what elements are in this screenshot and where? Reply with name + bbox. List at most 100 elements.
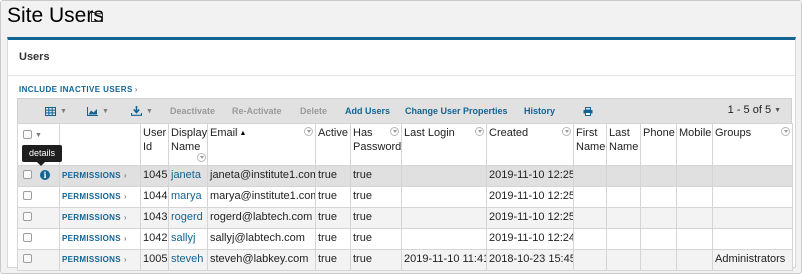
permissions-link[interactable]: PERMISSIONS › <box>62 234 127 243</box>
grid-toolbar: ▼ ▼ ▼ Deactivate Re-Activate Delete Add … <box>17 98 792 123</box>
phone-cell <box>640 207 677 229</box>
column-header-display-name[interactable]: Display Name <box>168 123 208 166</box>
delete-button[interactable]: Delete <box>300 106 327 116</box>
phone-cell <box>640 228 677 250</box>
column-header-email[interactable]: Email ▲ <box>207 123 316 166</box>
column-header-last-login[interactable]: Last Login <box>401 123 487 166</box>
user-id-cell: 1045 <box>140 165 169 187</box>
table-row[interactable]: PERMISSIONS › 1042 sallyj sallyj@labtech.… <box>17 228 793 250</box>
groups-cell <box>712 186 793 208</box>
chevron-right-icon: › <box>134 85 138 94</box>
permissions-link[interactable]: PERMISSIONS › <box>62 171 127 180</box>
table-row[interactable]: i PERMISSIONS › 1045 janeta janeta@instit… <box>17 165 793 187</box>
chevron-right-icon: › <box>123 213 127 222</box>
column-header-user-id[interactable]: User Id <box>140 123 169 166</box>
page-title: Site Users <box>7 4 104 27</box>
row-checkbox[interactable] <box>23 254 32 263</box>
email-cell: steveh@labkey.com <box>207 249 316 271</box>
column-label: Created <box>489 127 529 139</box>
column-header-first-name[interactable]: First Name <box>573 123 607 166</box>
row-checkbox[interactable] <box>23 170 32 179</box>
display-name-link[interactable]: janeta <box>171 169 201 181</box>
chevron-down-icon: ▼ <box>774 106 781 114</box>
chart-icon <box>87 106 98 116</box>
table-row[interactable]: PERMISSIONS › 1044 marya marya@institute1… <box>17 186 793 208</box>
table-row[interactable]: PERMISSIONS › 1043 rogerd rogerd@labtech.… <box>17 207 793 229</box>
created-cell: 2019-11-10 12:25 <box>486 207 574 229</box>
groups-cell <box>712 207 793 229</box>
column-header-active[interactable]: Active <box>315 123 351 166</box>
permissions-link[interactable]: PERMISSIONS › <box>62 255 127 264</box>
last-login-cell <box>401 186 487 208</box>
user-id-cell: 1044 <box>140 186 169 208</box>
charts-menu-button[interactable]: ▼ <box>87 104 109 118</box>
folder-icon[interactable] <box>91 11 103 22</box>
chevron-right-icon: › <box>123 255 127 264</box>
column-menu-icon[interactable] <box>781 127 790 136</box>
user-id-cell: 1042 <box>140 228 169 250</box>
select-all-checkbox[interactable] <box>23 130 32 139</box>
last-login-cell <box>401 207 487 229</box>
has-password-cell: true <box>350 249 402 271</box>
reactivate-button[interactable]: Re-Activate <box>232 106 282 116</box>
permissions-header <box>59 123 141 166</box>
email-cell: sallyj@labtech.com <box>207 228 316 250</box>
user-id-cell: 1005 <box>140 249 169 271</box>
row-checkbox[interactable] <box>23 191 32 200</box>
column-menu-icon[interactable] <box>197 153 206 162</box>
print-button[interactable] <box>583 104 593 118</box>
column-menu-icon[interactable] <box>304 127 313 136</box>
permissions-link[interactable]: PERMISSIONS › <box>62 192 127 201</box>
chevron-right-icon: › <box>123 171 127 180</box>
created-cell: 2018-10-23 15:45 <box>486 249 574 271</box>
panel-divider <box>8 75 795 76</box>
permissions-link[interactable]: PERMISSIONS › <box>62 213 127 222</box>
column-header-created[interactable]: Created <box>486 123 574 166</box>
chevron-down-icon: ▼ <box>102 107 109 115</box>
chevron-right-icon: › <box>123 234 127 243</box>
include-inactive-users-label: INCLUDE INACTIVE USERS <box>19 85 133 94</box>
print-icon <box>583 106 593 116</box>
first-name-cell <box>573 207 607 229</box>
phone-cell <box>640 249 677 271</box>
email-cell: rogerd@labtech.com <box>207 207 316 229</box>
chevron-down-icon: ▼ <box>60 107 67 115</box>
add-users-button[interactable]: Add Users <box>345 106 390 116</box>
has-password-cell: true <box>350 165 402 187</box>
row-checkbox[interactable] <box>23 212 32 221</box>
column-label: Phone <box>643 127 675 139</box>
info-icon[interactable]: i <box>40 170 50 180</box>
phone-cell <box>640 186 677 208</box>
display-name-link[interactable]: sallyj <box>171 232 195 244</box>
include-inactive-users-link[interactable]: INCLUDE INACTIVE USERS › <box>19 85 138 94</box>
column-header-last-name[interactable]: Last Name <box>606 123 641 166</box>
last-name-cell <box>606 249 641 271</box>
table-row[interactable]: PERMISSIONS › 1005 steveh steveh@labkey.c… <box>17 249 793 271</box>
column-menu-icon[interactable] <box>562 127 571 136</box>
active-cell: true <box>315 249 351 271</box>
deactivate-button[interactable]: Deactivate <box>170 106 215 116</box>
mobile-cell <box>676 165 713 187</box>
column-header-phone[interactable]: Phone <box>640 123 677 166</box>
change-user-properties-button[interactable]: Change User Properties <box>405 106 508 116</box>
details-tooltip: details <box>22 145 62 166</box>
panel-title: Users <box>19 51 50 63</box>
grid-view-menu-button[interactable]: ▼ <box>45 104 67 118</box>
column-header-has-password[interactable]: Has Password <box>350 123 402 166</box>
display-name-link[interactable]: marya <box>171 190 202 202</box>
row-checkbox[interactable] <box>23 233 32 242</box>
history-button[interactable]: History <box>524 106 555 116</box>
users-table: ▼ User Id Display Name Email ▲ Active Has… <box>17 123 793 271</box>
export-menu-button[interactable]: ▼ <box>131 104 153 118</box>
column-label: First Name <box>576 127 606 153</box>
column-menu-icon[interactable] <box>390 127 399 136</box>
column-header-groups[interactable]: Groups <box>712 123 793 166</box>
last-name-cell <box>606 186 641 208</box>
column-header-mobile[interactable]: Mobile <box>676 123 713 166</box>
groups-cell: Administrators <box>712 249 793 271</box>
chevron-down-icon[interactable]: ▼ <box>35 129 42 143</box>
display-name-link[interactable]: rogerd <box>171 211 203 223</box>
column-menu-icon[interactable] <box>475 127 484 136</box>
pagination-menu[interactable]: 1 - 5 of 5 ▼ <box>728 104 781 116</box>
display-name-link[interactable]: steveh <box>171 253 203 265</box>
